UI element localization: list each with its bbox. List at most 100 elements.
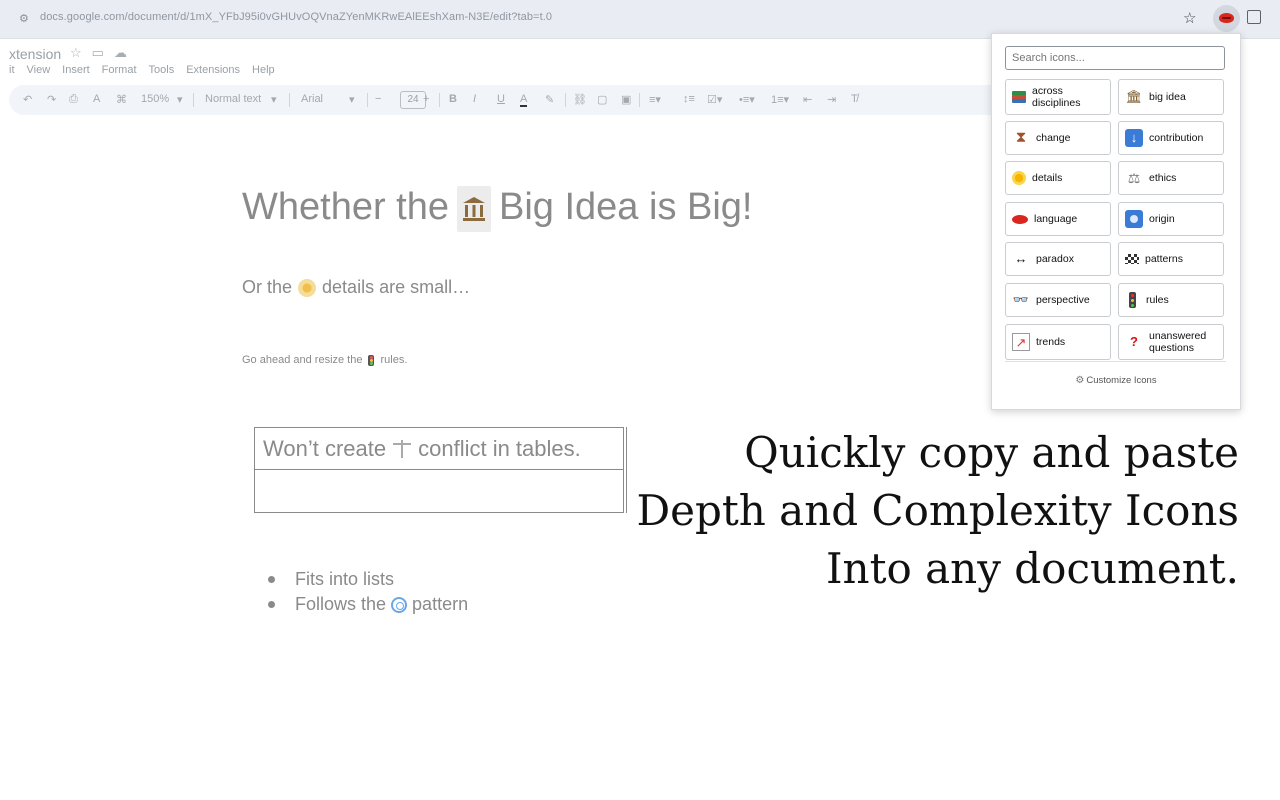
line-spacing-icon[interactable]: ↕≡ xyxy=(683,93,695,105)
chart-increasing-icon: ↗ xyxy=(1012,333,1030,351)
redo-icon[interactable]: ↷ xyxy=(47,93,56,106)
table-text-1: Won’t create xyxy=(263,436,386,462)
menu-help[interactable]: Help xyxy=(252,64,275,76)
document-table[interactable]: Won’t create conflict in tables. xyxy=(254,427,624,513)
clear-formatting-icon[interactable]: T̸ xyxy=(851,93,858,105)
decrease-indent-icon[interactable]: ⇤ xyxy=(803,93,812,106)
icon-card-patterns[interactable]: patterns xyxy=(1118,242,1224,276)
menu-tools[interactable]: Tools xyxy=(149,64,175,76)
link-icon[interactable]: ⛓ xyxy=(573,93,587,106)
temple-icon: 🏛 xyxy=(1125,88,1143,106)
highlight-icon[interactable]: ✎ xyxy=(545,93,554,106)
menu-extensions[interactable]: Extensions xyxy=(186,64,240,76)
icon-card-origin[interactable]: origin xyxy=(1118,202,1224,236)
document-subheading: Or the details are small… xyxy=(242,277,470,298)
promo-line-3: Into any document. xyxy=(636,540,1239,598)
decrease-font-size-icon[interactable]: − xyxy=(375,93,381,105)
icon-card-trends[interactable]: ↗trends xyxy=(1005,324,1111,360)
subheading-text-2: details are small… xyxy=(322,277,470,298)
cloud-status-icon[interactable]: ☁ xyxy=(114,45,127,61)
icon-card-language[interactable]: language xyxy=(1005,202,1111,236)
increase-font-size-icon[interactable]: + xyxy=(423,93,429,105)
menu-edit[interactable]: it xyxy=(9,64,15,76)
customize-icons-link[interactable]: ⚙Customize Icons xyxy=(992,375,1240,386)
icon-card-paradox[interactable]: ↔paradox xyxy=(1005,242,1111,276)
promo-line-2: Depth and Complexity Icons xyxy=(636,482,1239,540)
star-icon[interactable]: ☆ xyxy=(70,45,82,61)
bulleted-list-icon[interactable]: •≡▾ xyxy=(739,93,755,106)
align-icon[interactable]: ≡▾ xyxy=(649,93,661,106)
icon-card-unanswered-questions[interactable]: ?unanswered questions xyxy=(1118,324,1224,360)
scales-icon xyxy=(392,438,412,460)
icon-card-rules[interactable]: rules xyxy=(1118,283,1224,317)
checkered-icon xyxy=(1125,254,1139,264)
bookmark-star-icon[interactable]: ☆ xyxy=(1183,9,1196,27)
list-item: Follows the pattern xyxy=(268,592,468,617)
menu-insert[interactable]: Insert xyxy=(62,64,90,76)
spellcheck-icon[interactable]: A xyxy=(93,93,100,105)
italic-icon[interactable]: I xyxy=(473,93,476,105)
underline-icon[interactable]: U xyxy=(497,93,505,105)
lips-icon xyxy=(1012,215,1028,224)
text-color-icon[interactable]: A xyxy=(520,93,527,107)
table-cell[interactable]: Won’t create conflict in tables. xyxy=(263,436,581,462)
table-text-2: conflict in tables. xyxy=(418,436,581,462)
chevron-down-icon: ▾ xyxy=(349,93,355,106)
numbered-list-icon[interactable]: 1≡▾ xyxy=(771,93,789,106)
zoom-select[interactable]: 150% xyxy=(141,93,169,105)
traffic-light-icon xyxy=(368,355,374,366)
comment-icon[interactable]: ▢ xyxy=(597,93,607,106)
promo-line-1: Quickly copy and paste xyxy=(636,424,1239,482)
list-item: Fits into lists xyxy=(268,567,468,592)
increase-indent-icon[interactable]: ⇥ xyxy=(827,93,836,106)
table-row: Won’t create conflict in tables. xyxy=(255,428,623,470)
glasses-icon: 👓 xyxy=(1012,291,1030,309)
checklist-icon[interactable]: ☑▾ xyxy=(707,93,722,106)
site-settings-icon[interactable]: ⚙ xyxy=(19,13,31,25)
sunflower-icon xyxy=(298,279,316,297)
menu-format[interactable]: Format xyxy=(102,64,137,76)
bold-icon[interactable]: B xyxy=(449,93,457,105)
menu-view[interactable]: View xyxy=(27,64,51,76)
font-select[interactable]: Arial xyxy=(301,93,323,105)
arrow-down-icon: ↓ xyxy=(1125,129,1143,147)
books-icon xyxy=(1012,91,1026,103)
docs-menubar: it View Insert Format Tools Extensions H… xyxy=(9,64,287,76)
bullet-icon xyxy=(268,601,275,608)
icon-card-change[interactable]: change xyxy=(1005,121,1111,155)
icon-card-perspective[interactable]: 👓perspective xyxy=(1005,283,1111,317)
gear-icon: ⚙ xyxy=(1075,375,1084,386)
icon-card-contribution[interactable]: ↓contribution xyxy=(1118,121,1224,155)
hourglass-icon xyxy=(1012,129,1030,147)
sunflower-icon xyxy=(1012,171,1026,185)
paint-format-icon[interactable]: ⌘ xyxy=(116,93,127,106)
undo-icon[interactable]: ↶ xyxy=(23,93,32,106)
icon-card-details[interactable]: details xyxy=(1005,161,1111,195)
scales-icon xyxy=(1125,169,1143,187)
list-item-text: Follows the xyxy=(295,594,386,615)
move-folder-icon[interactable]: ▭ xyxy=(92,45,104,61)
heading-text-2: Big Idea is Big! xyxy=(499,186,752,229)
icon-card-across-disciplines[interactable]: across disciplines xyxy=(1005,79,1111,115)
document-title[interactable]: xtension xyxy=(9,46,61,62)
extensions-puzzle-icon[interactable] xyxy=(1247,10,1261,24)
icon-card-big-idea[interactable]: 🏛big idea xyxy=(1118,79,1224,115)
title-actions: ☆ ▭ ☁ xyxy=(70,45,127,61)
small-text-1: Go ahead and resize the xyxy=(242,354,362,366)
address-url[interactable]: docs.google.com/document/d/1mX_YFbJ95i0v… xyxy=(40,11,552,23)
docs-toolbar: ↶ ↷ ⎙ A ⌘ 150% ▾ Normal text ▾ Arial ▾ −… xyxy=(9,85,1009,115)
document-small-text: Go ahead and resize the rules. xyxy=(242,354,407,366)
question-mark-icon: ? xyxy=(1125,333,1143,351)
chevron-down-icon: ▾ xyxy=(177,93,183,106)
chevron-down-icon: ▾ xyxy=(271,93,277,106)
style-select[interactable]: Normal text xyxy=(205,93,261,105)
extension-button[interactable] xyxy=(1213,5,1240,32)
search-icons-input[interactable] xyxy=(1005,46,1225,70)
icon-picker-popup: across disciplines 🏛big idea change ↓con… xyxy=(991,33,1241,410)
heading-text-1: Whether the xyxy=(242,186,449,229)
image-icon[interactable]: ▣ xyxy=(621,93,631,106)
icon-card-ethics[interactable]: ethics xyxy=(1118,161,1224,195)
print-icon[interactable]: ⎙ xyxy=(69,93,78,106)
origin-icon xyxy=(1125,210,1143,228)
table-resize-handle[interactable] xyxy=(622,427,627,513)
